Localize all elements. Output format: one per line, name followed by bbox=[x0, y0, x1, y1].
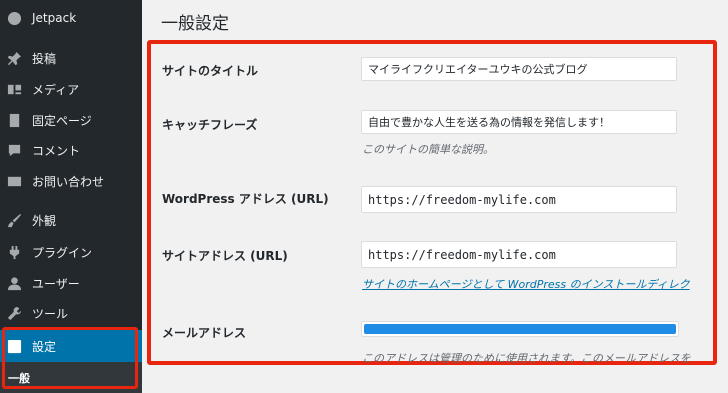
site-address-label: サイトアドレス (URL) bbox=[162, 249, 288, 263]
site-address-input[interactable]: https://freedom-mylife.com bbox=[361, 241, 677, 268]
settings-form-area: サイトのタイトル マイライフクリエイターユウキの公式ブログ キャッチフレーズ 自… bbox=[0, 0, 717, 393]
tagline-input[interactable]: 自由で豊かな人生を送る為の情報を発信します！ bbox=[361, 110, 677, 134]
wordpress-address-label: WordPress アドレス (URL) bbox=[162, 192, 329, 206]
email-label: メールアドレス bbox=[162, 326, 247, 340]
site-title-label: サイトのタイトル bbox=[162, 64, 259, 78]
email-input-redacted[interactable] bbox=[361, 321, 679, 337]
email-redaction-bar bbox=[364, 324, 676, 334]
tagline-label: キャッチフレーズ bbox=[162, 118, 258, 132]
email-description: このアドレスは管理のために使用されます。このメールアドレスを bbox=[362, 352, 691, 365]
site-title-input[interactable]: マイライフクリエイターユウキの公式ブログ bbox=[361, 57, 677, 81]
tagline-description: このサイトの簡単な説明。 bbox=[362, 143, 494, 156]
site-address-help-link[interactable]: サイトのホームページとして WordPress のインストールディレク bbox=[362, 276, 690, 292]
wordpress-address-input[interactable]: https://freedom-mylife.com bbox=[361, 186, 677, 213]
